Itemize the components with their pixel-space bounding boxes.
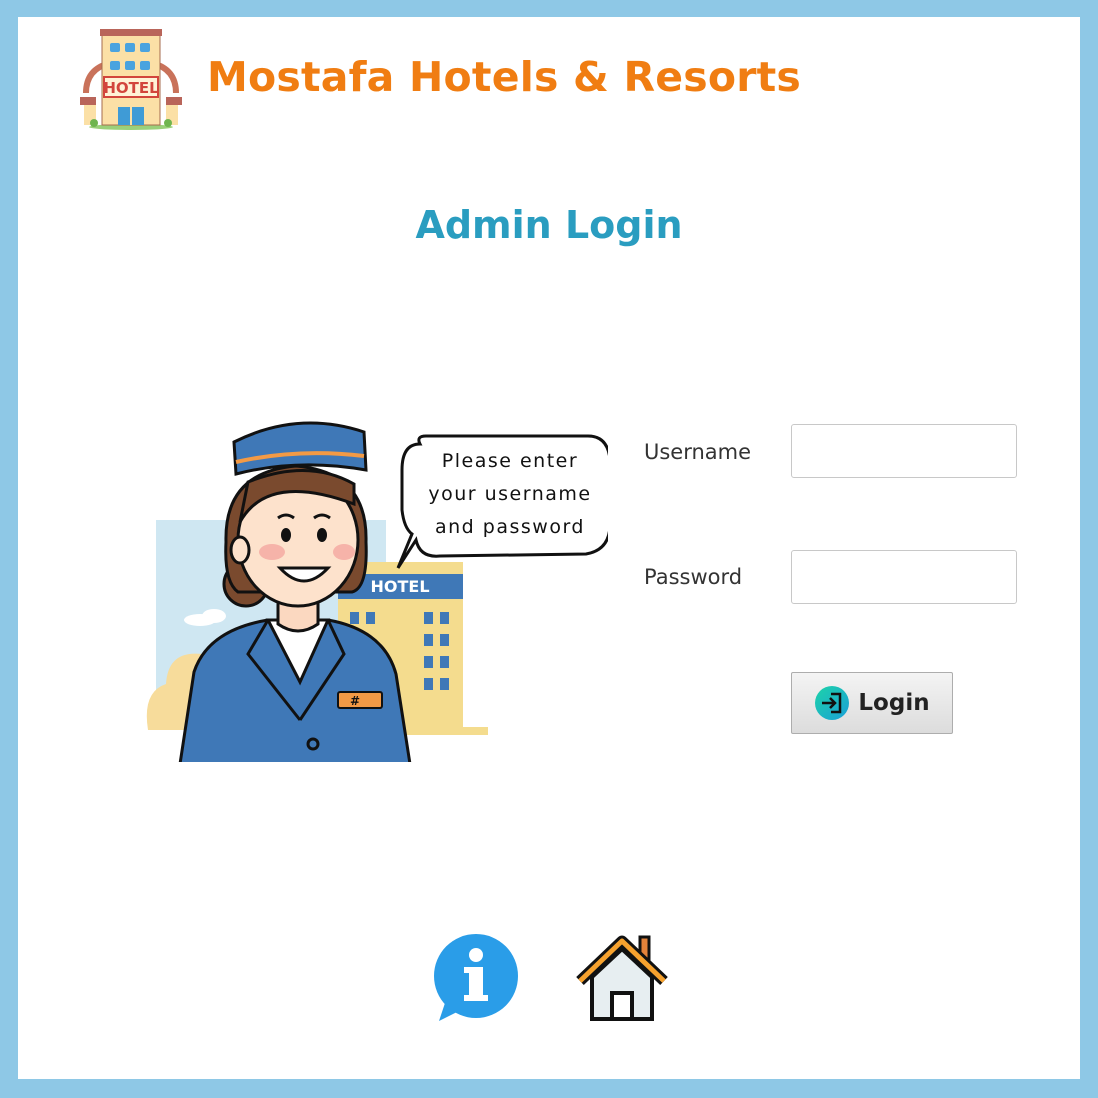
hotel-logo-icon: HOTEL — [80, 29, 182, 130]
login-enter-icon — [815, 686, 850, 720]
app-title: Mostafa Hotels & Resorts — [207, 53, 802, 101]
receptionist-illustration: HOTEL # Please enter your username and p… — [146, 421, 608, 762]
password-label: Password — [644, 565, 743, 589]
password-input[interactable] — [791, 550, 1017, 604]
building-sign: HOTEL — [370, 577, 429, 596]
name-badge-text: # — [350, 694, 360, 708]
login-window: HOTEL Mostafa Hotels & Resorts Admin Log… — [18, 17, 1080, 1079]
speech-line-3: and password — [435, 516, 585, 538]
info-icon[interactable] — [431, 933, 521, 1023]
page-title: Admin Login — [415, 203, 683, 247]
logo-sign-text: HOTEL — [103, 79, 159, 97]
username-label: Username — [644, 440, 752, 464]
speech-line-2: your username — [428, 483, 591, 505]
home-icon[interactable] — [576, 931, 668, 1023]
login-button[interactable]: Login — [791, 672, 953, 734]
username-input[interactable] — [791, 424, 1017, 478]
speech-line-1: Please enter — [442, 450, 578, 472]
login-label: Login — [858, 690, 930, 716]
